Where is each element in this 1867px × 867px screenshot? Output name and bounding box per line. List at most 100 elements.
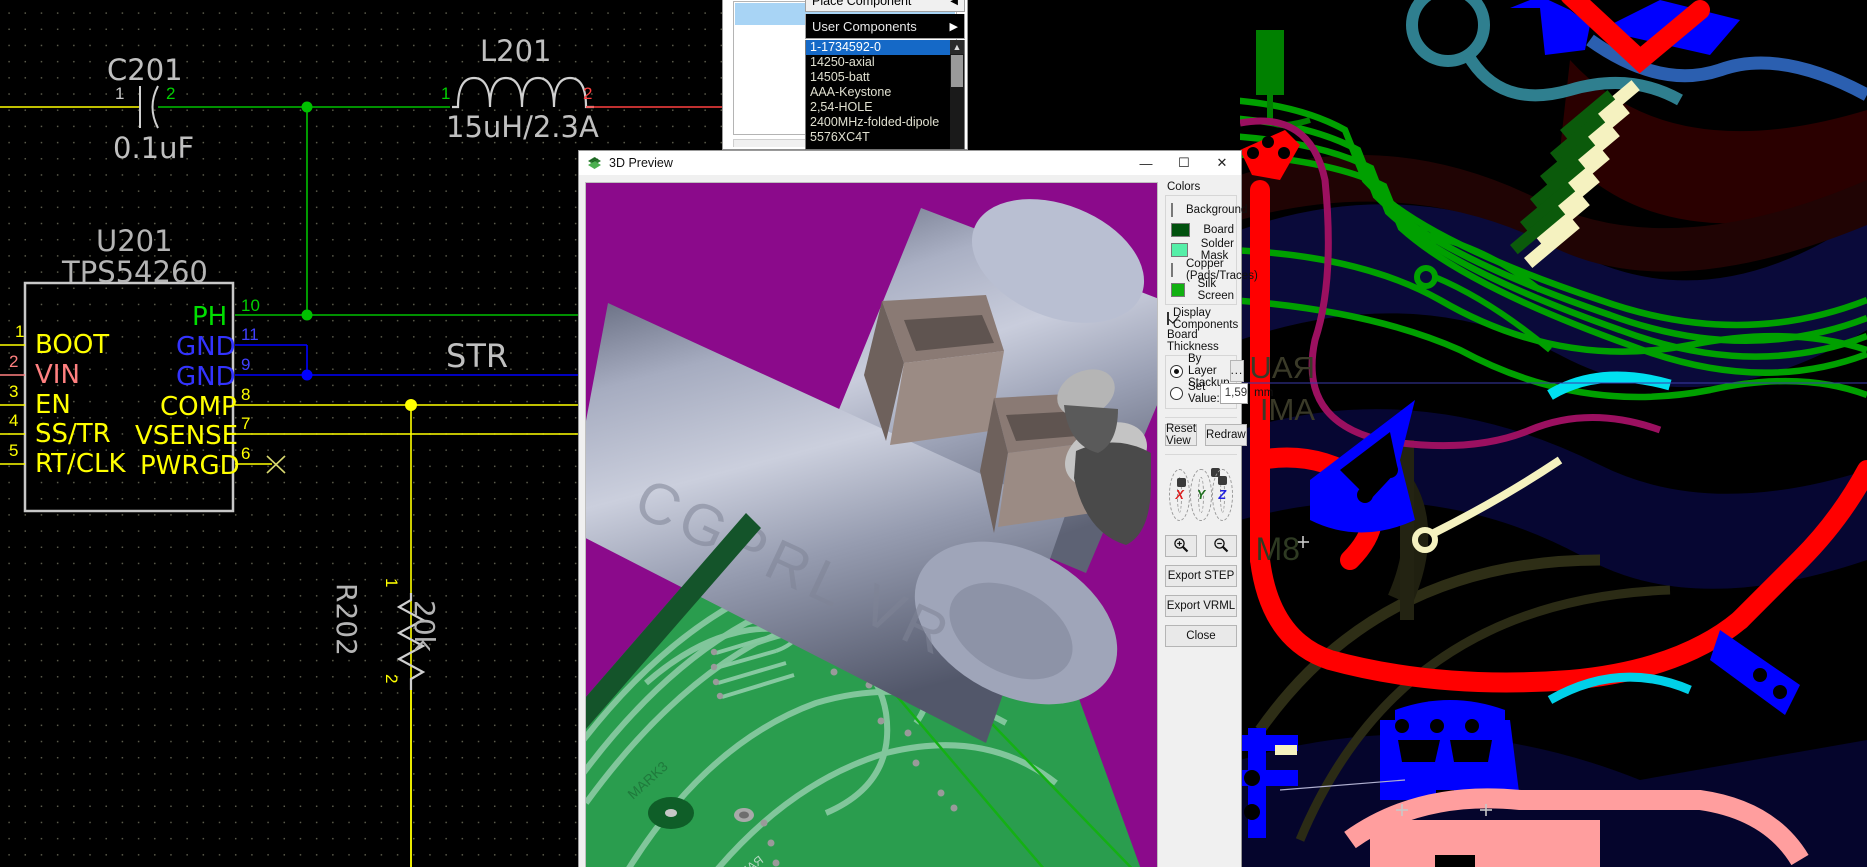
stackup-options-button[interactable]: ... bbox=[1229, 360, 1245, 382]
panel-divider-2 bbox=[1165, 454, 1237, 455]
thickness-value-input[interactable]: 1,59 bbox=[1219, 382, 1249, 404]
list-item[interactable]: 14505-batt bbox=[806, 70, 964, 85]
list-item[interactable]: 5576XC4T bbox=[806, 130, 964, 145]
net-label-str: STR bbox=[446, 337, 509, 375]
rotation-dial-z[interactable]: Z bbox=[1211, 469, 1233, 521]
dialog-titlebar[interactable]: 3D Preview — ☐ ✕ bbox=[579, 151, 1241, 175]
radio-label-setvalue: Set Value: bbox=[1188, 381, 1220, 405]
pin-label-rtclk: RT/CLK bbox=[35, 449, 126, 479]
board-thickness-title: Board Thickness bbox=[1167, 329, 1219, 353]
zoom-out-icon bbox=[1213, 537, 1229, 556]
color-label-background: Background bbox=[1186, 204, 1248, 216]
menu-item-user-components[interactable]: User Components ▶ bbox=[805, 14, 965, 39]
list-item[interactable]: AAA-Keystone bbox=[806, 85, 964, 100]
layers-icon bbox=[587, 156, 602, 171]
color-row-background[interactable]: Background bbox=[1168, 200, 1247, 220]
pin-num-6: 6 bbox=[241, 444, 251, 463]
reset-view-button[interactable]: Reset View bbox=[1165, 423, 1198, 447]
color-swatch-silk-screen[interactable] bbox=[1171, 283, 1185, 297]
colors-group-box: Background Board Solder Mask Copper (Pad… bbox=[1165, 195, 1258, 305]
pin-num-9: 9 bbox=[241, 355, 251, 374]
pin-num-1: 1 bbox=[15, 322, 25, 341]
radio-icon-stackup[interactable] bbox=[1170, 364, 1183, 378]
dial-axis-label-z: Z bbox=[1218, 488, 1227, 502]
pin-num-4: 4 bbox=[9, 411, 19, 430]
redraw-button[interactable]: Redraw bbox=[1205, 424, 1247, 446]
view-buttons-row: Reset View Redraw bbox=[1165, 423, 1247, 447]
export-step-button[interactable]: Export STEP bbox=[1165, 565, 1237, 587]
3d-viewport[interactable]: MARK3 MARK9 БОЛЬШАЯ ТРОЙКА MUSOROMETR00_… bbox=[585, 182, 1158, 867]
label-l201-ref: L201 bbox=[480, 34, 552, 68]
radio-by-layer-stackup[interactable]: By Layer Stackup ... bbox=[1168, 353, 1245, 389]
list-item[interactable]: 2,54-HOLE bbox=[806, 100, 964, 115]
menu-place-component[interactable]: Place Component ◀ bbox=[805, 0, 965, 12]
pin-label-ph: PH bbox=[192, 302, 228, 332]
pin-num-10: 10 bbox=[241, 296, 260, 315]
color-label-silk-screen: Silk Screen bbox=[1197, 278, 1234, 302]
user-components-list[interactable]: 1-1734592-0 14250-axial 14505-batt AAA-K… bbox=[805, 40, 965, 150]
thickness-units-label: mm bbox=[1254, 387, 1274, 399]
radio-set-value[interactable]: Set Value: 1,59 mm bbox=[1168, 381, 1273, 405]
color-row-solder-mask[interactable]: Solder Mask bbox=[1168, 238, 1234, 262]
checkmark-icon[interactable] bbox=[1167, 312, 1169, 325]
dial-axis-label-y: Y bbox=[1196, 488, 1206, 502]
pin-num-3: 3 bbox=[9, 382, 19, 401]
display-components-checkbox[interactable]: Display Components bbox=[1167, 306, 1239, 331]
dialog-body: MARK3 MARK9 БОЛЬШАЯ ТРОЙКА MUSOROMETR00_… bbox=[579, 175, 1273, 867]
export-vrml-button[interactable]: Export VRML bbox=[1165, 595, 1237, 617]
dialog-3d-preview[interactable]: 3D Preview — ☐ ✕ MARK3 CGPRL VR Colors B… bbox=[578, 150, 1273, 867]
color-swatch-board[interactable] bbox=[1171, 223, 1191, 237]
minimize-button[interactable]: — bbox=[1127, 151, 1165, 175]
label-c201-ref: C201 bbox=[107, 53, 183, 87]
pin-num-7: 7 bbox=[241, 414, 251, 433]
label-c201-pin2: 2 bbox=[166, 84, 176, 103]
board-thickness-box: By Layer Stackup ... Set Value: 1,59 mm bbox=[1165, 353, 1273, 409]
list-scrollbar[interactable]: ▲ bbox=[950, 40, 964, 149]
pin-label-vsense: VSENSE bbox=[135, 421, 239, 451]
controls-panel: Colors Background Board Solder Mask Copp… bbox=[1165, 181, 1273, 867]
list-item[interactable]: 1-1734592-0 bbox=[806, 40, 964, 55]
label-r202-pin2: 2 bbox=[382, 674, 401, 684]
dial-knob-z[interactable] bbox=[1217, 476, 1227, 485]
rotation-dials-row: X Y Z bbox=[1165, 468, 1237, 521]
menu-place-component-label: Place Component bbox=[812, 0, 912, 8]
dial-knob-x[interactable] bbox=[1177, 478, 1187, 487]
svg-text:RAU: RAU bbox=[1250, 350, 1315, 385]
rotation-dial-x[interactable]: X bbox=[1169, 469, 1191, 521]
maximize-button[interactable]: ☐ bbox=[1165, 151, 1203, 175]
color-swatch-solder-mask[interactable] bbox=[1171, 243, 1188, 257]
color-label-board: Board bbox=[1203, 224, 1234, 236]
label-r202-ref: R202 bbox=[330, 583, 363, 656]
list-item[interactable]: 2400MHz-folded-dipole bbox=[806, 115, 964, 130]
label-l201-pin2: 2 bbox=[583, 84, 593, 103]
display-components-label: Display Components bbox=[1173, 306, 1239, 331]
rotation-dial-y[interactable]: Y bbox=[1190, 468, 1221, 521]
color-swatch-background[interactable] bbox=[1171, 203, 1173, 217]
colors-group-title: Colors bbox=[1167, 181, 1201, 193]
pin-label-pwrgd: PWRGD bbox=[140, 451, 240, 481]
pin-label-en: EN bbox=[35, 390, 71, 420]
close-button[interactable]: ✕ bbox=[1203, 151, 1241, 175]
3d-render: MARK3 MARK9 БОЛЬШАЯ ТРОЙКА MUSOROMETR00_… bbox=[586, 183, 1157, 867]
pin-label-boot: BOOT bbox=[35, 330, 110, 360]
scroll-up-icon[interactable]: ▲ bbox=[950, 40, 964, 54]
dialog-title: 3D Preview bbox=[609, 156, 673, 170]
color-row-silk-screen[interactable]: Silk Screen bbox=[1168, 278, 1234, 302]
panel-divider-1 bbox=[1165, 417, 1237, 418]
zoom-buttons-row bbox=[1165, 535, 1237, 557]
list-item[interactable]: 14250-axial bbox=[806, 55, 964, 70]
color-row-board[interactable]: Board bbox=[1168, 220, 1234, 240]
color-row-copper[interactable]: Copper (Pads/Traces) bbox=[1168, 258, 1258, 282]
close-dialog-button[interactable]: Close bbox=[1165, 625, 1237, 647]
pin-label-gnd-11: GND bbox=[176, 332, 236, 362]
label-r202-value: 20k bbox=[408, 600, 441, 652]
label-u201-ref: U201 bbox=[96, 224, 173, 258]
scrollbar-thumb[interactable] bbox=[951, 55, 963, 87]
radio-icon-setvalue[interactable] bbox=[1170, 386, 1183, 400]
pcb-layout-canvas[interactable]: RAU AMI 8M bbox=[1240, 0, 1867, 867]
label-l201-value: 15uH/2.3A bbox=[446, 110, 599, 144]
pin-num-8: 8 bbox=[241, 385, 251, 404]
zoom-in-button[interactable] bbox=[1165, 535, 1197, 557]
color-swatch-copper[interactable] bbox=[1171, 263, 1173, 277]
zoom-out-button[interactable] bbox=[1205, 535, 1237, 557]
